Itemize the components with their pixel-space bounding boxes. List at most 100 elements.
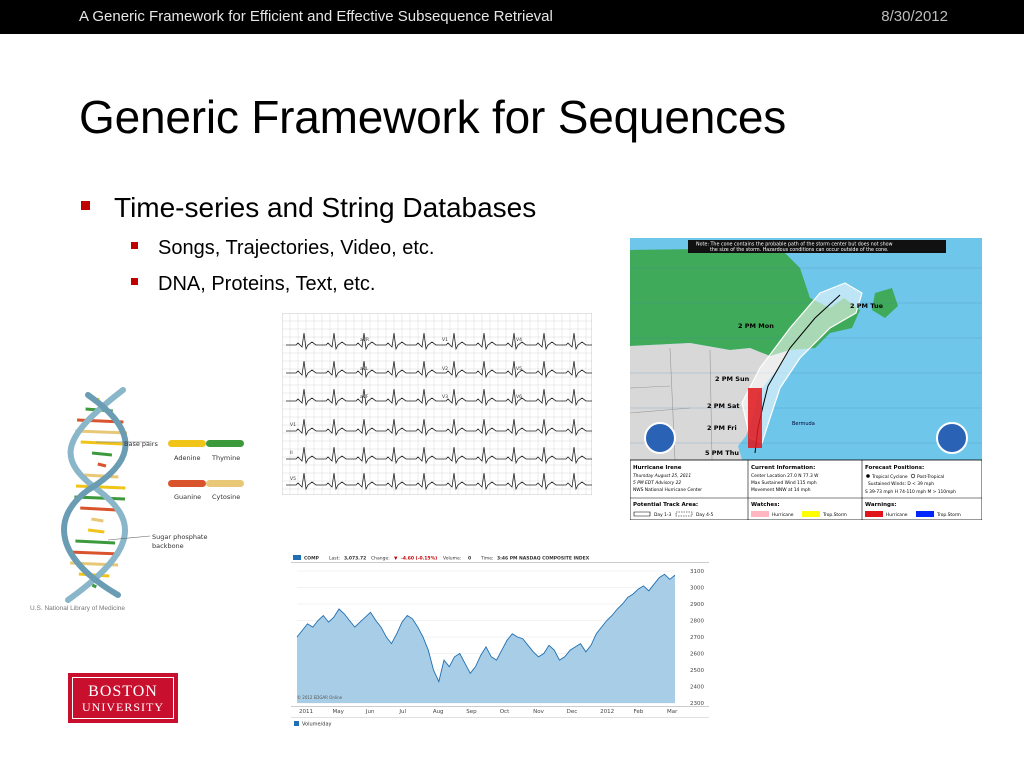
x-tick-label: 2012 — [600, 709, 614, 715]
dna-base-pair-rung — [84, 473, 119, 479]
ecg-lead-label: V5 — [516, 366, 522, 372]
change-value: -4.60 (-0.15%) — [401, 556, 437, 562]
track-area-legend: Day 4-5 — [696, 512, 713, 518]
map-note-line1: Note: The cone contains the probable pat… — [696, 242, 893, 248]
label-sugar-phosphate: Sugar phosphate — [152, 533, 207, 541]
ecg-lead-label: V6 — [516, 394, 522, 400]
x-tick-label: 2011 — [299, 709, 313, 715]
x-tick-label: Jun — [365, 709, 375, 715]
y-tick-label: 2400 — [690, 685, 704, 691]
ecg-lead-label: V2 — [442, 366, 448, 372]
volume-label: Volume: — [443, 556, 461, 562]
watch-legend: Trop.Storm — [822, 512, 847, 518]
presentation-title: A Generic Framework for Efficient and Ef… — [79, 8, 553, 25]
ecg-lead-label: V1 — [290, 422, 296, 428]
label-backbone: backbone — [152, 542, 184, 550]
noaa-logo-icon — [936, 422, 968, 454]
track-area-header: Potential Track Area: — [633, 502, 698, 508]
y-tick-label: 3000 — [690, 586, 704, 592]
stock-symbol: COMP — [304, 556, 320, 562]
logo-line1: BOSTON — [88, 683, 158, 700]
ecg-lead-label: II — [290, 450, 293, 456]
x-tick-label: Jul — [398, 709, 406, 715]
advisory-line: 5 PM EDT Advisory 22 — [633, 480, 681, 486]
logo-line2: UNIVERSITY — [82, 700, 164, 714]
dna-base-pair-rung — [80, 506, 117, 512]
last-value: 3,073.72 — [344, 556, 366, 562]
change-down-icon: ▼ — [394, 557, 398, 562]
track-label: 2 PM Sun — [715, 375, 750, 383]
track-label: 2 PM Sat — [707, 402, 739, 410]
dna-base-pair-rung — [97, 462, 107, 468]
forecast-header: Forecast Positions: — [865, 465, 924, 471]
hurricane-track-map: 2 PM Tue 2 PM Mon 2 PM Sun 2 PM Sat 2 PM… — [630, 238, 982, 520]
y-tick-label: 2900 — [690, 602, 704, 608]
dna-helix-image: Base pairs Adenine Thymine Guanine Cytos… — [61, 387, 244, 603]
bullet-square-icon — [131, 242, 138, 250]
dna-base-pair-rung — [87, 528, 105, 534]
watch-legend: Hurricane — [772, 512, 794, 518]
current-info-header: Current Information: — [751, 465, 815, 471]
dna-base-pair-rung — [75, 484, 126, 490]
ecg-lead-label: V5 — [290, 476, 296, 482]
y-tick-label: 2600 — [690, 652, 704, 658]
image-credit: U.S. National Library of Medicine — [30, 605, 126, 612]
bullet-level2: Songs, Trajectories, Video, etc. — [131, 237, 434, 260]
track-label: 2 PM Tue — [850, 302, 884, 310]
label-cytosine: Cytosine — [212, 493, 240, 501]
ecg-lead-label: aVF — [360, 394, 369, 400]
label-adenine: Adenine — [174, 454, 201, 462]
ecg-lead-label: V3 — [442, 394, 448, 400]
forecast-legend: Post-Tropical — [917, 474, 944, 480]
time-value: 3:46 PM — [497, 556, 518, 562]
bullet-text: Time-series and String Databases — [114, 192, 537, 223]
map-note-line2: the size of the storm. Hazardous conditi… — [710, 247, 889, 253]
advisory-line: Thursday August 25, 2011 — [633, 473, 691, 479]
track-label: 2 PM Fri — [707, 424, 737, 432]
track-area-legend: Day 1-3 — [654, 512, 671, 518]
bullet-text: Songs, Trajectories, Video, etc. — [158, 237, 435, 259]
y-tick-label: 2800 — [690, 619, 704, 625]
x-tick-label: Aug — [433, 709, 444, 715]
header-bar: A Generic Framework for Efficient and Ef… — [0, 0, 1024, 34]
ecg-lead-label: aVR — [360, 337, 369, 343]
time-label: Time: — [480, 556, 494, 562]
bullet-square-icon — [81, 201, 90, 211]
dna-base-pair-rung — [91, 451, 113, 457]
current-info-line: Max Sustained Wind 115 mph — [751, 480, 817, 486]
forecast-legend: Tropical Cyclone — [871, 474, 908, 480]
x-tick-label: Sep — [466, 709, 477, 715]
y-tick-label: 2500 — [690, 668, 704, 674]
x-tick-label: Oct — [500, 709, 510, 715]
label-guanine: Guanine — [174, 493, 201, 501]
dna-base-pair-rung — [91, 517, 104, 523]
bullet-text: DNA, Proteins, Text, etc. — [158, 273, 376, 295]
volume-value: 0 — [468, 556, 471, 562]
forecast-legend: S 39-73 mph H 74-110 mph M > 110mph — [865, 489, 956, 495]
ecg-image: aVR V1 V4 aVL V2 V5 aVF V3 V6 V1 II V5 — [282, 313, 592, 495]
dna-base-pair-rung — [75, 429, 128, 435]
slide-date: 8/30/2012 — [881, 8, 948, 25]
ecg-lead-label: V1 — [442, 337, 448, 343]
bullet-square-icon — [131, 278, 138, 286]
guanine-cytosine-pair — [168, 480, 206, 487]
change-label: Change: — [371, 556, 390, 562]
track-label: 5 PM Thu — [705, 449, 739, 457]
ecg-lead-label: V4 — [516, 337, 522, 343]
current-info-line: Movement NNW at 14 mph — [751, 487, 811, 493]
watches-header: Watches: — [751, 502, 780, 508]
slide-title: Generic Framework for Sequences — [79, 91, 787, 143]
y-tick-label: 2700 — [690, 635, 704, 641]
warning-legend: Trop.Storm — [936, 512, 961, 518]
boston-university-logo: BOSTON UNIVERSITY — [68, 673, 178, 723]
current-info-line: Center Location 27.0 N 77.3 W — [751, 473, 819, 479]
logo-frame: BOSTON UNIVERSITY — [72, 677, 174, 719]
last-label: Last: — [329, 556, 340, 562]
y-tick-label: 3100 — [690, 569, 704, 575]
storm-name: Hurricane Irene — [633, 465, 682, 471]
nws-logo-icon — [644, 422, 676, 454]
chart-source: © 2012 EDGAR Online — [297, 695, 343, 700]
volume-legend: Volume/day — [302, 722, 332, 728]
dna-base-pair-rung — [75, 539, 116, 545]
x-tick-label: Feb — [634, 709, 644, 715]
